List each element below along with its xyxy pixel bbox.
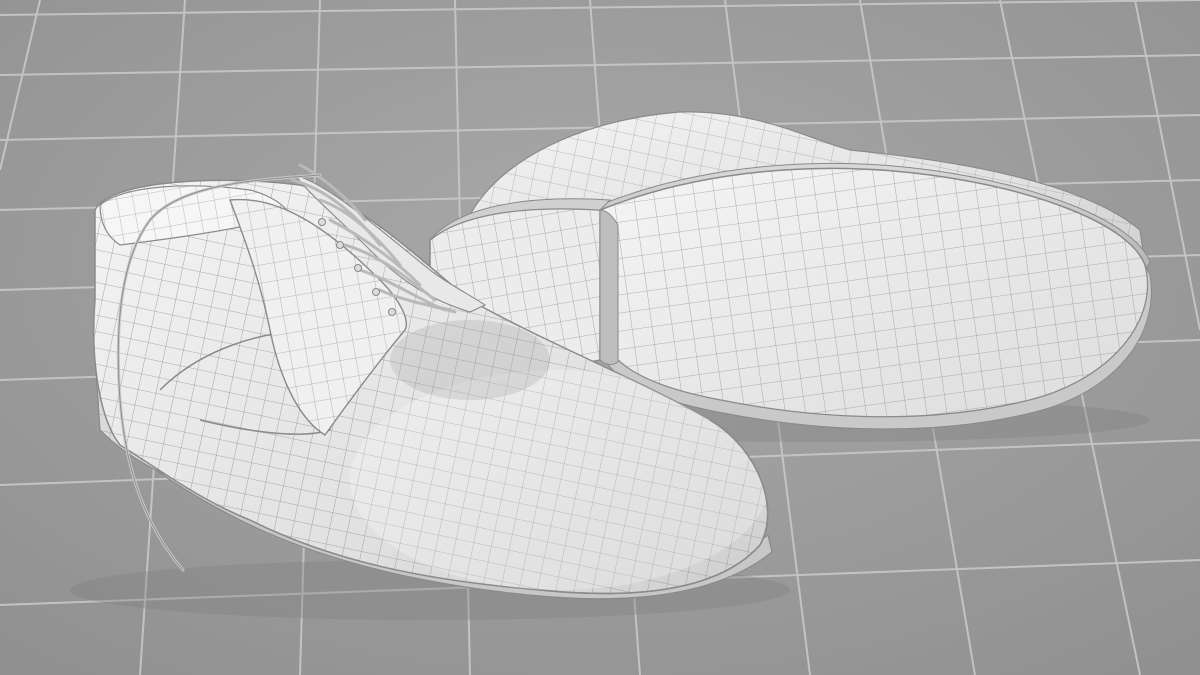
viewport-canvas[interactable]: [0, 0, 1200, 675]
3d-viewport[interactable]: [0, 0, 1200, 675]
right-shoe-heel-breast: [599, 209, 619, 365]
